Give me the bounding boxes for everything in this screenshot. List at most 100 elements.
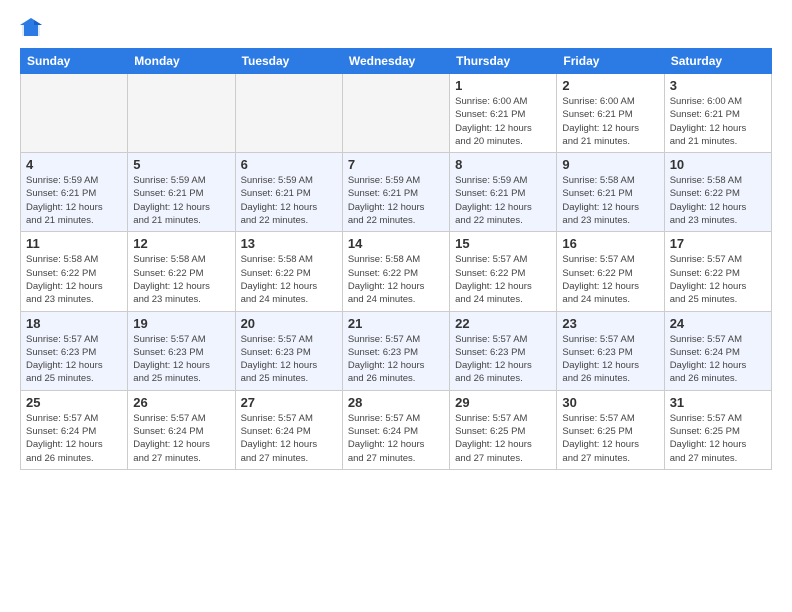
weekday-header-saturday: Saturday [664, 49, 771, 74]
calendar-day-17: 17 Sunrise: 5:57 AM Sunset: 6:22 PM Dayli… [664, 232, 771, 311]
day-info: Sunrise: 5:57 AM Sunset: 6:24 PM Dayligh… [241, 412, 337, 465]
day-number: 18 [26, 316, 122, 331]
calendar-day-27: 27 Sunrise: 5:57 AM Sunset: 6:24 PM Dayli… [235, 390, 342, 469]
calendar-day-empty [235, 74, 342, 153]
calendar-day-15: 15 Sunrise: 5:57 AM Sunset: 6:22 PM Dayli… [450, 232, 557, 311]
calendar-day-9: 9Sunrise: 5:58 AM Sunset: 6:21 PM Daylig… [557, 153, 664, 232]
weekday-header-sunday: Sunday [21, 49, 128, 74]
weekday-header-tuesday: Tuesday [235, 49, 342, 74]
day-number: 10 [670, 157, 766, 172]
day-info: Sunrise: 5:57 AM Sunset: 6:25 PM Dayligh… [562, 412, 658, 465]
day-info: Sunrise: 6:00 AM Sunset: 6:21 PM Dayligh… [670, 95, 766, 148]
day-number: 19 [133, 316, 229, 331]
calendar-day-21: 21 Sunrise: 5:57 AM Sunset: 6:23 PM Dayli… [342, 311, 449, 390]
day-info: Sunrise: 5:57 AM Sunset: 6:24 PM Dayligh… [133, 412, 229, 465]
day-info: Sunrise: 5:57 AM Sunset: 6:23 PM Dayligh… [348, 333, 444, 386]
day-info: Sunrise: 5:59 AM Sunset: 6:21 PM Dayligh… [348, 174, 444, 227]
day-info: Sunrise: 5:59 AM Sunset: 6:21 PM Dayligh… [455, 174, 551, 227]
weekday-header-row: SundayMondayTuesdayWednesdayThursdayFrid… [21, 49, 772, 74]
calendar-day-4: 4 Sunrise: 5:59 AM Sunset: 6:21 PM Daylig… [21, 153, 128, 232]
header [20, 16, 772, 38]
day-number: 15 [455, 236, 551, 251]
day-info: Sunrise: 5:57 AM Sunset: 6:24 PM Dayligh… [670, 333, 766, 386]
day-number: 27 [241, 395, 337, 410]
day-info: Sunrise: 5:58 AM Sunset: 6:22 PM Dayligh… [133, 253, 229, 306]
day-info: Sunrise: 5:57 AM Sunset: 6:25 PM Dayligh… [455, 412, 551, 465]
day-number: 22 [455, 316, 551, 331]
calendar-week-row: 25Sunrise: 5:57 AM Sunset: 6:24 PM Dayli… [21, 390, 772, 469]
calendar-day-19: 19 Sunrise: 5:57 AM Sunset: 6:23 PM Dayli… [128, 311, 235, 390]
day-number: 8 [455, 157, 551, 172]
day-info: Sunrise: 5:59 AM Sunset: 6:21 PM Dayligh… [241, 174, 337, 227]
calendar-day-empty [21, 74, 128, 153]
page: SundayMondayTuesdayWednesdayThursdayFrid… [0, 0, 792, 612]
day-info: Sunrise: 5:57 AM Sunset: 6:24 PM Dayligh… [26, 412, 122, 465]
calendar-day-16: 16 Sunrise: 5:57 AM Sunset: 6:22 PM Dayli… [557, 232, 664, 311]
day-info: Sunrise: 5:59 AM Sunset: 6:21 PM Dayligh… [133, 174, 229, 227]
calendar-day-6: 6 Sunrise: 5:59 AM Sunset: 6:21 PM Daylig… [235, 153, 342, 232]
calendar-day-10: 10 Sunrise: 5:58 AM Sunset: 6:22 PM Dayli… [664, 153, 771, 232]
calendar-table: SundayMondayTuesdayWednesdayThursdayFrid… [20, 48, 772, 470]
calendar-day-1: 1 Sunrise: 6:00 AM Sunset: 6:21 PM Daylig… [450, 74, 557, 153]
day-number: 12 [133, 236, 229, 251]
day-number: 6 [241, 157, 337, 172]
calendar-day-11: 11 Sunrise: 5:58 AM Sunset: 6:22 PM Dayli… [21, 232, 128, 311]
day-info: Sunrise: 5:57 AM Sunset: 6:23 PM Dayligh… [562, 333, 658, 386]
day-number: 13 [241, 236, 337, 251]
calendar-day-empty [342, 74, 449, 153]
weekday-header-thursday: Thursday [450, 49, 557, 74]
day-info: Sunrise: 5:57 AM Sunset: 6:22 PM Dayligh… [670, 253, 766, 306]
calendar-day-empty [128, 74, 235, 153]
day-info: Sunrise: 5:57 AM Sunset: 6:22 PM Dayligh… [455, 253, 551, 306]
calendar-day-24: 24 Sunrise: 5:57 AM Sunset: 6:24 PM Dayli… [664, 311, 771, 390]
day-number: 24 [670, 316, 766, 331]
weekday-header-wednesday: Wednesday [342, 49, 449, 74]
day-number: 3 [670, 78, 766, 93]
calendar-day-14: 14 Sunrise: 5:58 AM Sunset: 6:22 PM Dayli… [342, 232, 449, 311]
logo [20, 16, 44, 38]
day-info: Sunrise: 5:57 AM Sunset: 6:24 PM Dayligh… [348, 412, 444, 465]
day-number: 28 [348, 395, 444, 410]
day-number: 23 [562, 316, 658, 331]
weekday-header-friday: Friday [557, 49, 664, 74]
calendar-day-28: 28 Sunrise: 5:57 AM Sunset: 6:24 PM Dayli… [342, 390, 449, 469]
calendar-day-7: 7 Sunrise: 5:59 AM Sunset: 6:21 PM Daylig… [342, 153, 449, 232]
calendar-day-12: 12 Sunrise: 5:58 AM Sunset: 6:22 PM Dayli… [128, 232, 235, 311]
calendar-day-8: 8 Sunrise: 5:59 AM Sunset: 6:21 PM Daylig… [450, 153, 557, 232]
day-number: 14 [348, 236, 444, 251]
day-number: 20 [241, 316, 337, 331]
day-info: Sunrise: 5:58 AM Sunset: 6:22 PM Dayligh… [348, 253, 444, 306]
day-info: Sunrise: 5:57 AM Sunset: 6:23 PM Dayligh… [241, 333, 337, 386]
day-number: 1 [455, 78, 551, 93]
calendar-day-31: 31Sunrise: 5:57 AM Sunset: 6:25 PM Dayli… [664, 390, 771, 469]
calendar-week-row: 1 Sunrise: 6:00 AM Sunset: 6:21 PM Daylig… [21, 74, 772, 153]
calendar-week-row: 18 Sunrise: 5:57 AM Sunset: 6:23 PM Dayli… [21, 311, 772, 390]
calendar-day-22: 22 Sunrise: 5:57 AM Sunset: 6:23 PM Dayli… [450, 311, 557, 390]
day-number: 16 [562, 236, 658, 251]
day-info: Sunrise: 6:00 AM Sunset: 6:21 PM Dayligh… [562, 95, 658, 148]
calendar-week-row: 4 Sunrise: 5:59 AM Sunset: 6:21 PM Daylig… [21, 153, 772, 232]
day-info: Sunrise: 5:57 AM Sunset: 6:23 PM Dayligh… [455, 333, 551, 386]
day-info: Sunrise: 5:59 AM Sunset: 6:21 PM Dayligh… [26, 174, 122, 227]
day-info: Sunrise: 5:57 AM Sunset: 6:25 PM Dayligh… [670, 412, 766, 465]
weekday-header-monday: Monday [128, 49, 235, 74]
calendar-day-13: 13Sunrise: 5:58 AM Sunset: 6:22 PM Dayli… [235, 232, 342, 311]
calendar-day-23: 23 Sunrise: 5:57 AM Sunset: 6:23 PM Dayli… [557, 311, 664, 390]
day-info: Sunrise: 5:58 AM Sunset: 6:22 PM Dayligh… [26, 253, 122, 306]
day-number: 17 [670, 236, 766, 251]
day-number: 4 [26, 157, 122, 172]
day-number: 21 [348, 316, 444, 331]
calendar-day-29: 29 Sunrise: 5:57 AM Sunset: 6:25 PM Dayli… [450, 390, 557, 469]
day-number: 29 [455, 395, 551, 410]
day-number: 11 [26, 236, 122, 251]
calendar-day-5: 5Sunrise: 5:59 AM Sunset: 6:21 PM Daylig… [128, 153, 235, 232]
day-info: Sunrise: 5:58 AM Sunset: 6:22 PM Dayligh… [670, 174, 766, 227]
day-info: Sunrise: 5:57 AM Sunset: 6:23 PM Dayligh… [133, 333, 229, 386]
day-info: Sunrise: 6:00 AM Sunset: 6:21 PM Dayligh… [455, 95, 551, 148]
calendar-day-18: 18Sunrise: 5:57 AM Sunset: 6:23 PM Dayli… [21, 311, 128, 390]
day-number: 30 [562, 395, 658, 410]
calendar-day-26: 26Sunrise: 5:57 AM Sunset: 6:24 PM Dayli… [128, 390, 235, 469]
day-info: Sunrise: 5:57 AM Sunset: 6:22 PM Dayligh… [562, 253, 658, 306]
calendar-week-row: 11 Sunrise: 5:58 AM Sunset: 6:22 PM Dayli… [21, 232, 772, 311]
day-number: 7 [348, 157, 444, 172]
